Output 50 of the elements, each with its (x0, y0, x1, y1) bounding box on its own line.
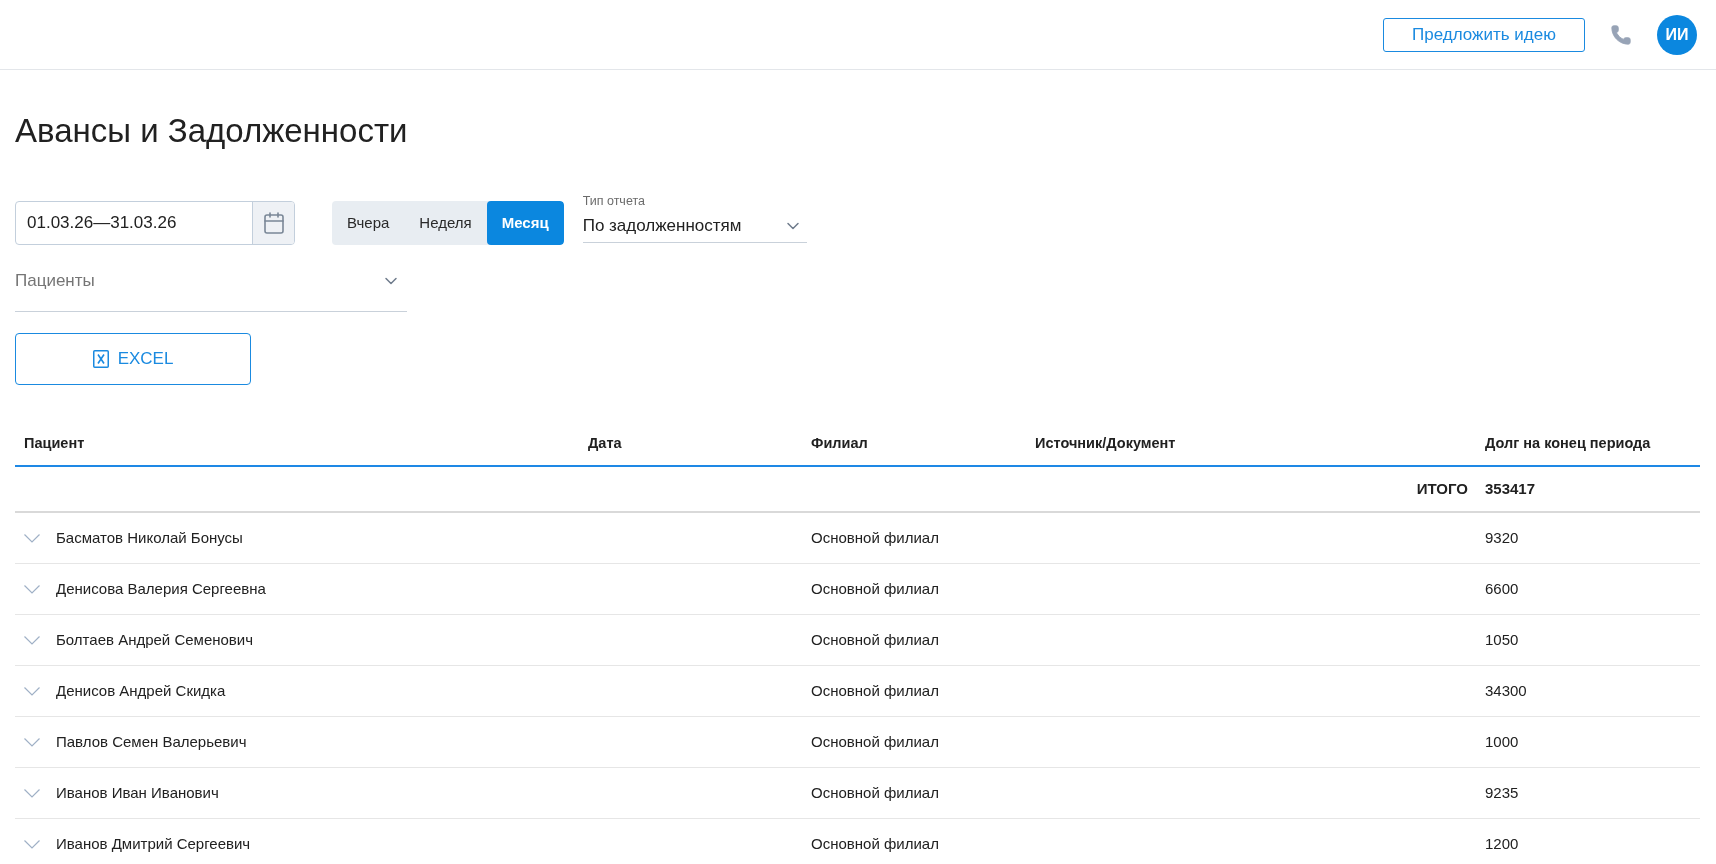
chevron-icon[interactable] (24, 686, 40, 696)
excel-export-button[interactable]: EXCEL (15, 333, 251, 385)
column-header: Долг на конец периода (1485, 435, 1651, 451)
debt-amount: 34300 (1485, 682, 1527, 699)
debt-amount: 9235 (1485, 784, 1519, 801)
chevron-icon[interactable] (24, 635, 40, 645)
field-label: Тип отчета (582, 193, 645, 209)
calendar-icon (261, 211, 286, 235)
branch-name: Основной филиал (811, 835, 939, 852)
patient-name: Денисов Андрей Скидка (56, 680, 226, 701)
total-label: ИТОГО (1416, 478, 1468, 499)
branch-name: Основной филиал (811, 733, 939, 750)
patient-name: Денисова Валерия Сергеевна (56, 578, 266, 599)
total-amount: 353417 (1485, 480, 1536, 497)
branch-name: Основной филиал (811, 682, 939, 699)
calendar-button[interactable] (252, 202, 294, 244)
chevron-icon[interactable] (24, 839, 40, 849)
branch-name: Основной филиал (811, 784, 939, 801)
patient-name: Болтаев Андрей Семенович (56, 629, 254, 650)
patient-name: Иванов Дмитрий Сергеевич (56, 833, 251, 854)
debt-amount: 6600 (1485, 580, 1519, 597)
debt-amount: 1000 (1485, 733, 1519, 750)
suggest-idea-button[interactable]: Предложить идею (1383, 17, 1585, 52)
column-header: Филиал (811, 435, 868, 451)
chevron-icon[interactable] (24, 584, 40, 594)
patient-name: Павлов Семен Валерьевич (56, 731, 247, 752)
patient-name: Басматов Николай Бонусы (56, 527, 243, 548)
report-type-select[interactable]: По задолженностям (582, 209, 807, 243)
period-tab[interactable]: Вчера (332, 201, 405, 245)
debt-amount: 9320 (1485, 529, 1519, 546)
phone-icon[interactable] (1610, 23, 1632, 46)
branch-name: Основной филиал (811, 631, 939, 648)
chevron-icon[interactable] (24, 788, 40, 798)
debt-amount: 1050 (1485, 631, 1519, 648)
debt-amount: 1200 (1485, 835, 1519, 852)
column-header: Пациент (24, 435, 85, 451)
patient-name: Иванов Иван Иванович (56, 782, 219, 803)
date-range-field[interactable]: 01.03.26—31.03.26 (15, 201, 295, 245)
period-tab[interactable]: Неделя (404, 201, 487, 245)
chevron-icon[interactable] (24, 533, 40, 543)
column-header: Источник/Документ (1035, 435, 1176, 451)
page-title: Авансы и Задолженности (15, 111, 408, 151)
x-square-icon (92, 350, 109, 368)
chevron-icon[interactable] (24, 737, 40, 747)
period-tab[interactable]: Месяц (486, 201, 564, 245)
branch-name: Основной филиал (811, 580, 939, 597)
branch-name: Основной филиал (811, 529, 939, 546)
column-header: Дата (588, 435, 622, 451)
user-avatar[interactable]: ИИ (1657, 14, 1697, 55)
patients-select[interactable]: Пациенты (15, 262, 407, 312)
